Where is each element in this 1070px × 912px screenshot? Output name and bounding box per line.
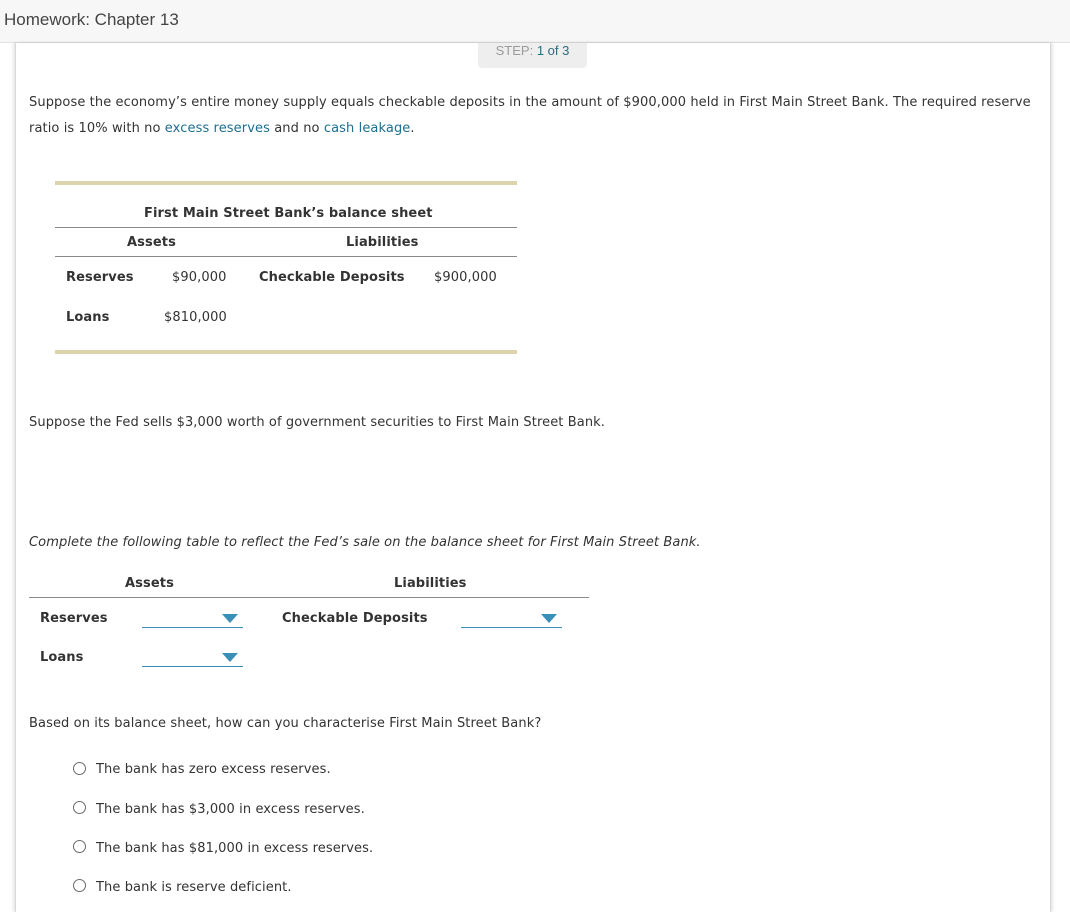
intro-line-2-suffix: . bbox=[410, 121, 415, 136]
deposits-dropdown[interactable] bbox=[461, 609, 562, 628]
chevron-down-icon bbox=[222, 614, 238, 623]
option-4-radio[interactable] bbox=[73, 879, 86, 892]
question-text: Based on its balance sheet, how can you … bbox=[29, 716, 542, 731]
option-3-label[interactable]: The bank has $81,000 in excess reserves. bbox=[96, 841, 373, 856]
balance-sheet-reserves-label: Reserves bbox=[66, 270, 134, 285]
balance-sheet-header-rule bbox=[55, 256, 517, 257]
excess-reserves-link[interactable]: excess reserves bbox=[165, 121, 270, 136]
fed-sale-text: Suppose the Fed sells $3,000 worth of go… bbox=[29, 415, 606, 430]
balance-sheet-loans-label: Loans bbox=[66, 310, 110, 325]
balance-sheet-deposits-value: $900,000 bbox=[434, 270, 497, 285]
balance-sheet-loans-value: $810,000 bbox=[164, 310, 227, 325]
step-number: 1 of 3 bbox=[536, 43, 570, 58]
balance-sheet-reserves-value: $90,000 bbox=[172, 270, 227, 285]
reserves-dropdown[interactable] bbox=[142, 609, 243, 628]
intro-line-2-prefix: ratio is 10% with no bbox=[29, 121, 165, 136]
balance-sheet-assets-header: Assets bbox=[127, 235, 176, 250]
answer-deposits-label: Checkable Deposits bbox=[282, 611, 428, 626]
step-label: STEP: bbox=[495, 43, 537, 58]
balance-sheet-liabilities-header: Liabilities bbox=[346, 235, 419, 250]
balance-sheet-title-rule bbox=[55, 227, 517, 228]
question-panel bbox=[15, 43, 1051, 912]
loans-dropdown[interactable] bbox=[142, 648, 243, 667]
chevron-down-icon bbox=[222, 653, 238, 662]
option-2-label[interactable]: The bank has $3,000 in excess reserves. bbox=[96, 802, 365, 817]
balance-sheet-deposits-label: Checkable Deposits bbox=[259, 270, 405, 285]
balance-sheet-title: First Main Street Bank’s balance sheet bbox=[144, 206, 433, 221]
answer-reserves-label: Reserves bbox=[40, 611, 108, 626]
answer-loans-label: Loans bbox=[40, 650, 84, 665]
cash-leakage-link[interactable]: cash leakage bbox=[324, 121, 411, 136]
option-4-label[interactable]: The bank is reserve deficient. bbox=[96, 880, 292, 895]
intro-line-2-mid: and no bbox=[270, 121, 324, 136]
intro-line-1: Suppose the economy’s entire money suppl… bbox=[29, 95, 1031, 110]
balance-sheet-top-rule bbox=[55, 181, 517, 185]
step-indicator: STEP: 1 of 3 bbox=[478, 43, 587, 68]
page-title: Homework: Chapter 13 bbox=[4, 10, 179, 29]
top-bar: Homework: Chapter 13 bbox=[0, 0, 1070, 43]
chevron-down-icon bbox=[541, 614, 557, 623]
option-1-label[interactable]: The bank has zero excess reserves. bbox=[96, 762, 331, 777]
instruction-text: Complete the following table to reflect … bbox=[29, 535, 701, 550]
answer-header-rule bbox=[29, 597, 589, 598]
option-2-radio[interactable] bbox=[73, 801, 86, 814]
option-3-radio[interactable] bbox=[73, 840, 86, 853]
balance-sheet-bottom-rule bbox=[55, 350, 517, 354]
intro-line-2: ratio is 10% with no excess reserves and… bbox=[29, 121, 415, 136]
answer-assets-header: Assets bbox=[125, 576, 174, 591]
answer-liabilities-header: Liabilities bbox=[394, 576, 467, 591]
option-1-radio[interactable] bbox=[73, 762, 86, 775]
